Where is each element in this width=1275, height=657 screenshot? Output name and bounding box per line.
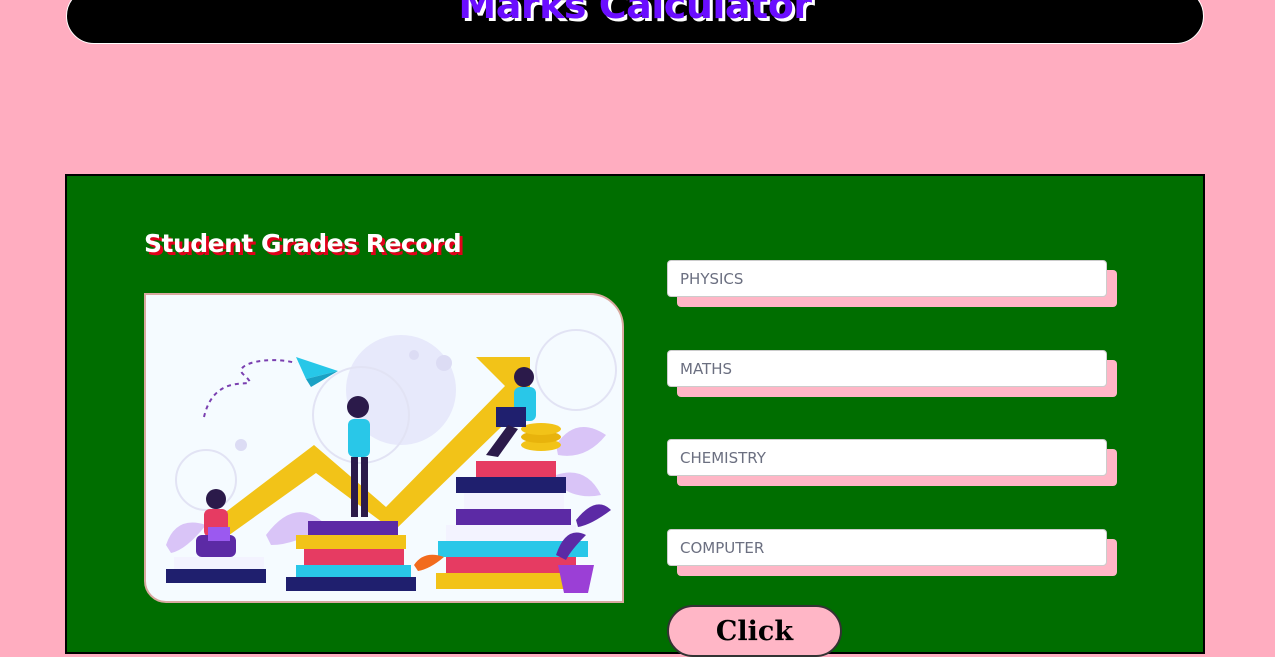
maths-field-wrapper — [667, 350, 1117, 400]
page-title: Marks Calculator — [458, 0, 812, 27]
computer-input[interactable] — [667, 529, 1107, 566]
students-growth-illustration — [144, 293, 624, 603]
click-button[interactable]: Click — [667, 605, 842, 657]
chemistry-field-wrapper — [667, 439, 1117, 489]
computer-field-wrapper — [667, 529, 1117, 579]
panel-title: Student Grades Record — [144, 229, 462, 258]
header-bar: Marks Calculator — [66, 0, 1204, 44]
physics-field-wrapper — [667, 260, 1117, 310]
maths-input[interactable] — [667, 350, 1107, 387]
grades-panel: Student Grades Record PHYSICS MATHS CHEM… — [65, 174, 1205, 657]
chemistry-input[interactable] — [667, 439, 1107, 476]
physics-input[interactable] — [667, 260, 1107, 297]
